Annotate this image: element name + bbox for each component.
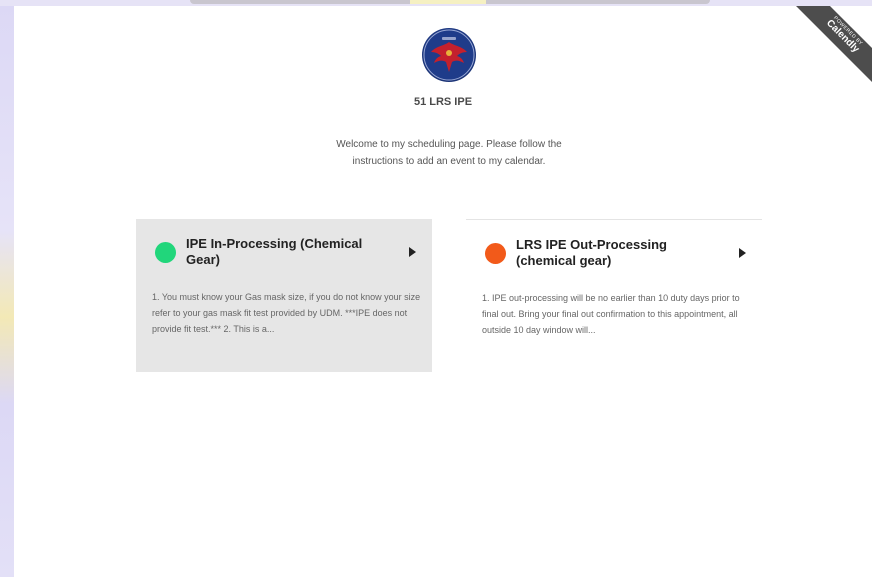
scheduling-page: POWERED BY Calendly 51 LRS IPE Welcome t… (14, 6, 872, 577)
event-title: IPE In-Processing (Chemical Gear) (186, 236, 363, 267)
event-color-dot (485, 243, 506, 264)
badge-powered-by-text: POWERED BY (832, 15, 864, 47)
event-type-card-in-processing[interactable]: IPE In-Processing (Chemical Gear) 1. You… (136, 219, 432, 372)
background-top-bar (190, 0, 710, 4)
event-description: 1. You must know your Gas mask size, if … (152, 292, 421, 334)
page-title: 51 LRS IPE (413, 96, 473, 108)
powered-by-calendly-badge[interactable]: POWERED BY Calendly (788, 6, 872, 91)
triangle-right-icon (409, 247, 416, 257)
triangle-right-icon (739, 248, 746, 258)
event-description: 1. IPE out-processing will be no earlier… (482, 293, 740, 335)
event-title: LRS IPE Out-Processing (chemical gear) (516, 237, 667, 268)
background-left-stripe (0, 0, 14, 577)
event-type-card-out-processing[interactable]: LRS IPE Out-Processing (chemical gear) 1… (466, 219, 762, 372)
badge-calendly-text: Calendly (824, 17, 862, 55)
background-top-bar-highlight (410, 0, 486, 4)
squadron-emblem-icon (422, 28, 476, 82)
welcome-message: Welcome to my scheduling page. Please fo… (336, 139, 562, 167)
event-color-dot (155, 242, 176, 263)
